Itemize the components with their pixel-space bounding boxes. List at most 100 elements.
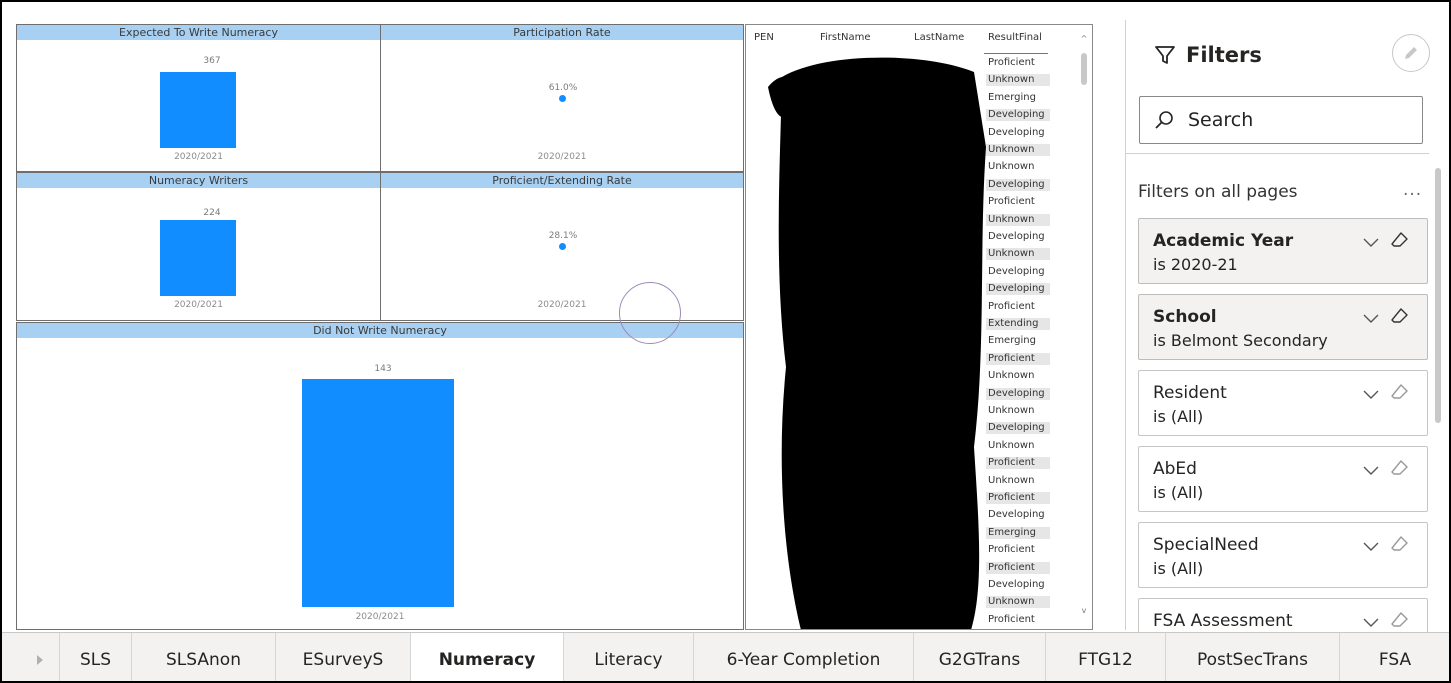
column-header-lastname[interactable]: LastName — [914, 32, 964, 43]
filters-pane: Filters Search Filters on all pages ... … — [1125, 20, 1449, 664]
visual-title: Proficient/Extending Rate — [381, 173, 743, 188]
filter-card-academic-year[interactable]: Academic Year is 2020-21 — [1138, 218, 1428, 284]
table-cell-resultfinal: Unknown — [988, 474, 1035, 486]
filter-card-name: SpecialNeed — [1153, 535, 1259, 555]
filters-section-label: Filters on all pages — [1138, 182, 1298, 202]
tab-fsa[interactable]: FSA — [1340, 633, 1449, 681]
funnel-icon — [1155, 46, 1175, 64]
participation-rate-visual[interactable]: Participation Rate 61.0% 2020/2021 — [380, 24, 744, 172]
column-header-firstname[interactable]: FirstName — [820, 32, 871, 43]
tab-sls[interactable]: SLS — [60, 633, 132, 681]
visual-title: Numeracy Writers — [17, 173, 380, 188]
x-axis-label: 2020/2021 — [355, 612, 405, 622]
tab-numeracy[interactable]: Numeracy — [411, 633, 564, 681]
scroll-up-arrow[interactable]: ^ — [1080, 35, 1088, 43]
numeracy-writers-visual[interactable]: Numeracy Writers 224 2020/2021 — [16, 172, 381, 321]
chevron-down-icon[interactable] — [1363, 385, 1379, 404]
tab-ftg12[interactable]: FTG12 — [1046, 633, 1166, 681]
expected-to-write-visual[interactable]: Expected To Write Numeracy 367 2020/2021 — [16, 24, 381, 172]
did-not-write-visual[interactable]: Did Not Write Numeracy 143 2020/2021 — [16, 322, 744, 630]
sort-indicator-line — [984, 53, 1048, 54]
tab-g2gtrans[interactable]: G2GTrans — [914, 633, 1046, 681]
data-label: 61.0% — [548, 83, 578, 93]
table-cell-resultfinal: Proficient — [988, 57, 1035, 68]
scroll-thumb[interactable] — [1081, 53, 1087, 85]
table-cell-resultfinal: Developing — [988, 265, 1045, 277]
tab-literacy[interactable]: Literacy — [564, 633, 694, 681]
bar[interactable] — [160, 220, 236, 296]
clear-filter-eraser-icon[interactable] — [1391, 535, 1409, 557]
tab-esurveys[interactable]: ESurveyS — [276, 633, 411, 681]
filters-scrollbar[interactable] — [1435, 168, 1441, 423]
proficient-extending-rate-visual[interactable]: Proficient/Extending Rate 28.1% 2020/202… — [380, 172, 744, 321]
table-cell-resultfinal: Unknown — [986, 144, 1050, 156]
search-placeholder: Search — [1188, 109, 1254, 131]
chevron-down-icon[interactable] — [1363, 461, 1379, 480]
column-header-resultfinal[interactable]: ResultFinal — [988, 32, 1042, 43]
data-label: 224 — [203, 208, 221, 218]
data-point[interactable] — [559, 243, 566, 250]
tab-6-year-completion[interactable]: 6-Year Completion — [694, 633, 914, 681]
table-cell-resultfinal: Emerging — [986, 526, 1050, 539]
edit-filters-button[interactable] — [1392, 34, 1430, 72]
filters-header: Filters — [1154, 43, 1262, 67]
table-cell-resultfinal: Emerging — [988, 91, 1036, 103]
clear-filter-eraser-icon[interactable] — [1391, 611, 1409, 633]
x-axis-label: 2020/2021 — [174, 300, 223, 310]
visual-title: Did Not Write Numeracy — [17, 323, 743, 338]
page-tab-bar: SLS SLSAnon ESurveyS Numeracy Literacy 6-Year… — [2, 632, 1449, 681]
filter-card-resident[interactable]: Resident is (All) — [1138, 370, 1428, 436]
student-results-table[interactable]: PEN FirstName LastName ResultFinal Profi… — [745, 24, 1093, 630]
table-cell-resultfinal: Unknown — [986, 74, 1050, 87]
bar[interactable] — [160, 72, 236, 148]
x-axis-label: 2020/2021 — [537, 300, 587, 310]
table-cell-resultfinal: Developing — [986, 387, 1050, 400]
clear-filter-eraser-icon[interactable] — [1391, 231, 1409, 253]
tab-slsanon[interactable]: SLSAnon — [132, 633, 276, 681]
table-cell-resultfinal: Proficient — [986, 492, 1050, 504]
table-cell-resultfinal: Developing — [986, 178, 1050, 191]
visual-title: Expected To Write Numeracy — [17, 25, 380, 40]
filters-search-box[interactable]: Search — [1139, 96, 1423, 144]
column-header-pen[interactable]: PEN — [754, 32, 774, 43]
bar[interactable] — [302, 379, 454, 607]
data-point[interactable] — [559, 95, 566, 102]
data-label: 143 — [374, 364, 392, 374]
x-axis-label: 2020/2021 — [537, 152, 587, 162]
report-canvas: Expected To Write Numeracy 367 2020/2021… — [0, 0, 1451, 683]
filter-card-name: FSA Assessment — [1153, 611, 1293, 631]
table-scrollbar[interactable]: ^ v — [1080, 31, 1088, 621]
chevron-down-icon[interactable] — [1363, 613, 1379, 632]
table-cell-resultfinal: Developing — [988, 126, 1045, 138]
table-cell-resultfinal: Proficient — [988, 613, 1035, 625]
table-cell-resultfinal: Unknown — [988, 439, 1035, 451]
chevron-down-icon[interactable] — [1363, 537, 1379, 556]
clear-filter-eraser-icon[interactable] — [1391, 383, 1409, 405]
filter-card-name: Resident — [1153, 383, 1227, 403]
chevron-down-icon[interactable] — [1363, 309, 1379, 328]
filter-card-name: School — [1153, 307, 1217, 327]
table-cell-resultfinal: Unknown — [986, 596, 1050, 609]
clear-filter-eraser-icon[interactable] — [1391, 307, 1409, 329]
search-icon — [1155, 111, 1173, 129]
filter-card-school[interactable]: School is Belmont Secondary — [1138, 294, 1428, 360]
table-cell-resultfinal: Unknown — [988, 161, 1035, 173]
data-label: 367 — [203, 56, 221, 66]
table-cell-resultfinal: Unknown — [988, 370, 1035, 382]
filter-card-value: is 2020-21 — [1153, 255, 1238, 274]
more-options-button[interactable]: ... — [1403, 180, 1422, 200]
scroll-down-arrow[interactable]: v — [1080, 607, 1088, 615]
table-cell-resultfinal: Developing — [986, 422, 1050, 435]
chevron-down-icon[interactable] — [1363, 233, 1379, 252]
tab-postsectrans[interactable]: PostSecTrans — [1166, 633, 1340, 681]
clear-filter-eraser-icon[interactable] — [1391, 459, 1409, 481]
filter-card-abed[interactable]: AbEd is (All) — [1138, 446, 1428, 512]
table-cell-resultfinal: Emerging — [988, 335, 1036, 347]
filters-title: Filters — [1186, 43, 1262, 67]
divider — [1126, 153, 1429, 154]
filter-card-value: is Belmont Secondary — [1153, 331, 1328, 350]
tab-scroll-left-button[interactable] — [20, 633, 60, 681]
filter-card-specialneed[interactable]: SpecialNeed is (All) — [1138, 522, 1428, 588]
table-cell-resultfinal: Developing — [988, 231, 1045, 242]
filter-card-value: is (All) — [1153, 483, 1204, 502]
